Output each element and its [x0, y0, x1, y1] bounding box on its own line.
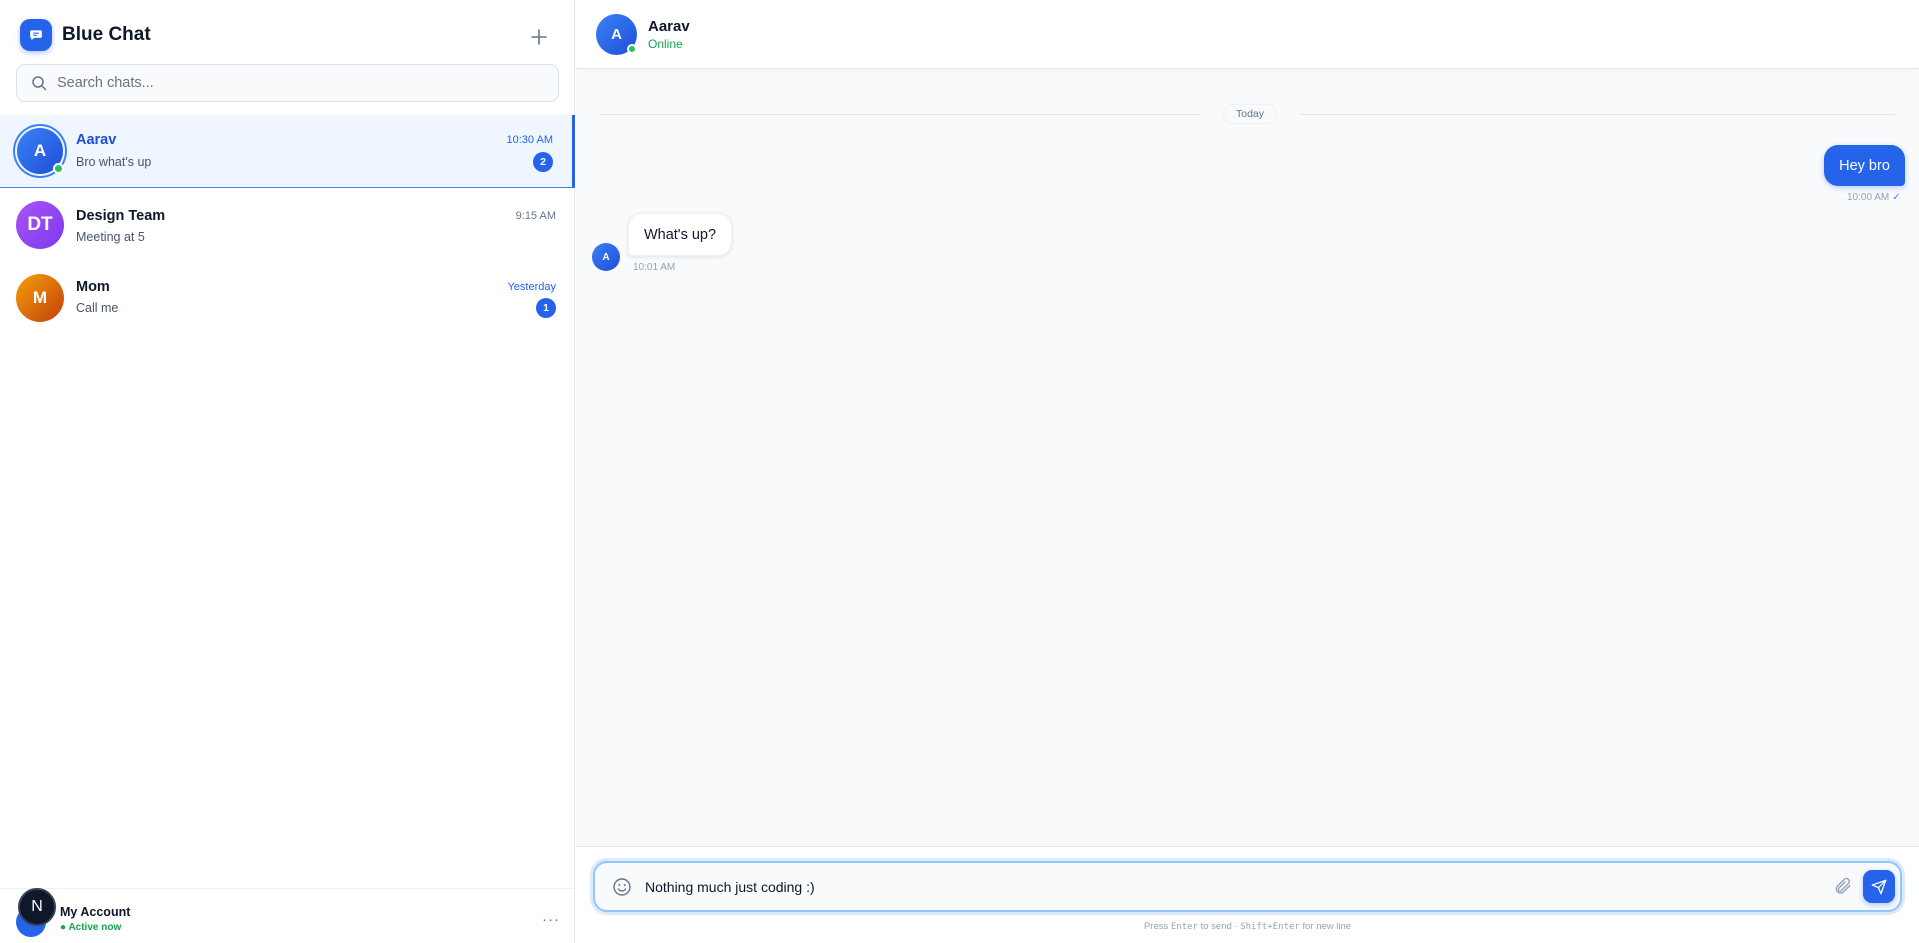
search-box [16, 64, 559, 102]
chat-list: A Aarav Bro what's up 10:30 AM 2 DT Desi… [0, 115, 575, 334]
send-button[interactable] [1863, 870, 1895, 903]
chat-bubble-icon [20, 19, 52, 51]
chat-name: Mom [76, 279, 110, 295]
sender-avatar: A [592, 243, 620, 271]
divider-line [600, 114, 1200, 115]
chat-time: 10:30 AM [506, 134, 553, 146]
message-timestamp: 10:01 AM [633, 262, 676, 273]
chat-time: 9:15 AM [515, 210, 556, 222]
plus-icon [531, 29, 547, 45]
new-chat-button[interactable] [526, 24, 552, 50]
read-check-icon: ✓ [1892, 192, 1901, 203]
date-label: Today [1223, 104, 1278, 124]
app-title: Blue Chat [62, 24, 151, 45]
conversation-pane: A Aarav Online Today Hey bro 10:00 AM ✓ A… [576, 0, 1919, 943]
unread-badge: 1 [536, 298, 556, 318]
outgoing-message: Hey bro [1824, 145, 1905, 186]
message-time: 10:00 AM ✓ [1847, 192, 1901, 203]
brand: Blue Chat [20, 19, 151, 51]
online-indicator [53, 163, 64, 174]
avatar: DT [16, 201, 64, 249]
composer-bar: Press Enter to send · Shift+Enter for ne… [576, 846, 1919, 943]
chat-item-mom[interactable]: M Mom Call me Yesterday 1 [0, 261, 575, 334]
smiley-icon [613, 878, 631, 896]
more-options-button[interactable]: ··· [542, 911, 560, 928]
hint-text: for new line [1302, 921, 1352, 932]
incoming-message: What's up? [628, 213, 732, 256]
divider-line [1300, 114, 1895, 115]
emoji-button[interactable] [611, 876, 633, 898]
account-bar[interactable]: My Account ● Active now ··· [0, 888, 575, 943]
hint-text: Press [1143, 921, 1169, 932]
chat-item-design-team[interactable]: DT Design Team Meeting at 5 9:15 AM [0, 188, 575, 261]
chat-preview: Meeting at 5 [76, 230, 145, 244]
online-indicator [627, 44, 637, 54]
composer-hint: Press Enter to send · Shift+Enter for ne… [576, 921, 1919, 932]
date-divider: Today [600, 104, 1895, 124]
hint-text: to send · [1200, 921, 1238, 932]
composer [593, 861, 1902, 912]
avatar: M [16, 274, 64, 322]
hint-key: Enter [1170, 922, 1198, 932]
message-timestamp: 10:00 AM [1847, 192, 1890, 203]
send-icon [1871, 879, 1887, 894]
conversation-header: A Aarav Online [576, 0, 1919, 69]
account-avatar[interactable]: N [18, 888, 56, 926]
message-input[interactable] [645, 876, 1795, 898]
search-input[interactable] [57, 75, 537, 91]
unread-badge: 2 [533, 152, 553, 172]
chat-preview: Bro what's up [76, 155, 152, 169]
sidebar: Blue Chat A Aarav Bro what's up 10:30 AM… [0, 0, 575, 943]
hint-key: Shift+Enter [1240, 922, 1300, 932]
chat-time: Yesterday [507, 281, 556, 293]
search-icon [31, 75, 47, 91]
paperclip-icon [1835, 877, 1851, 894]
chat-name: Design Team [76, 208, 166, 224]
account-name: My Account [60, 905, 131, 919]
contact-status: Online [648, 37, 683, 51]
attach-button[interactable] [1832, 875, 1854, 897]
contact-name: Aarav [648, 18, 690, 35]
account-status: ● Active now [60, 922, 122, 933]
chat-name: Aarav [76, 132, 117, 148]
chat-preview: Call me [76, 301, 119, 315]
chat-item-aarav[interactable]: A Aarav Bro what's up 10:30 AM 2 [0, 115, 575, 188]
